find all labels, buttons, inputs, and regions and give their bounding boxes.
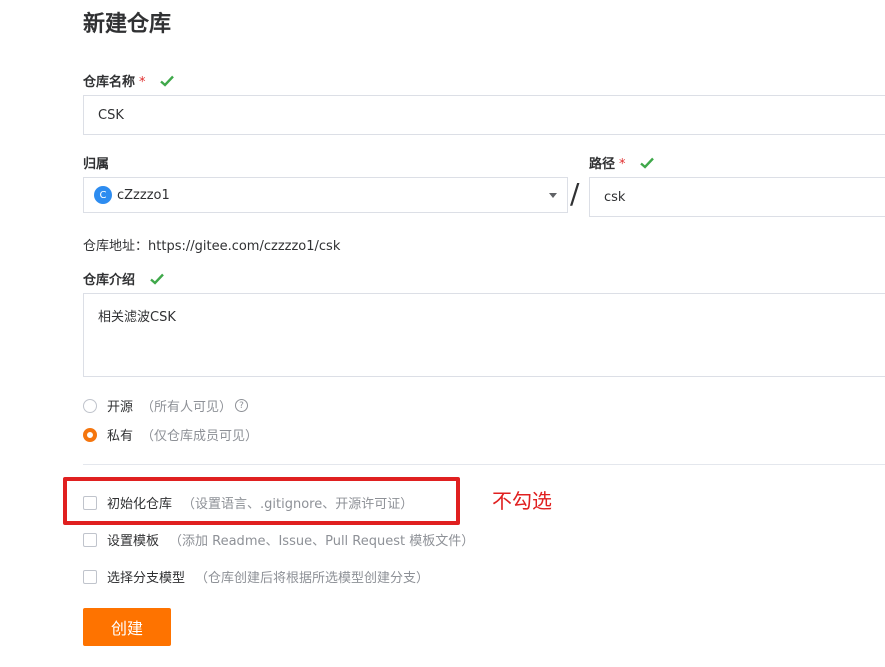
caret-down-icon (549, 193, 557, 198)
option-template-label: 设置模板 (107, 534, 160, 549)
repo-name-label: 仓库名称 (83, 75, 136, 90)
radio-private-hint: （仅仓库成员可见） (141, 429, 259, 444)
page-title: 新建仓库 (83, 12, 172, 37)
checkbox[interactable] (83, 569, 97, 584)
path-label: 路径 (589, 157, 616, 172)
radio-button[interactable] (83, 427, 97, 442)
repo-name-input[interactable]: CSK (83, 95, 885, 135)
repo-address: 仓库地址：https://gitee.com/czzzzo1/csk (83, 235, 340, 254)
option-template[interactable]: 设置模板 （添加 Readme、Issue、Pull Request 模板文件） (83, 530, 474, 549)
path-value: csk (604, 189, 626, 205)
radio-public-hint: （所有人可见） (141, 400, 233, 415)
required-mark: * (619, 157, 626, 172)
avatar: C (94, 186, 112, 204)
radio-private[interactable]: 私有 （仅仓库成员可见） (83, 425, 258, 444)
path-input[interactable]: csk (589, 177, 885, 217)
owner-value: cZzzzo1 (117, 187, 170, 203)
question-icon[interactable]: ? (235, 399, 249, 412)
description-label: 仓库介绍 (83, 273, 136, 288)
description-value: 相关滤波CSK (98, 310, 176, 325)
radio-public[interactable]: 开源 （所有人可见） ? (83, 396, 249, 415)
option-branch-model[interactable]: 选择分支模型 （仓库创建后将根据所选模型创建分支） (83, 567, 429, 586)
owner-select[interactable]: C cZzzzo1 (83, 177, 568, 213)
path-label-row: 路径 * (589, 153, 654, 173)
option-branch-model-hint: （仓库创建后将根据所选模型创建分支） (195, 571, 430, 586)
description-label-row: 仓库介绍 (83, 269, 164, 289)
radio-button[interactable] (83, 398, 97, 413)
check-icon (640, 157, 654, 173)
description-textarea[interactable]: 相关滤波CSK (83, 293, 885, 377)
owner-label: 归属 (83, 157, 110, 172)
radio-public-label: 开源 (107, 400, 134, 415)
repo-name-label-row: 仓库名称 * (83, 71, 174, 91)
repo-name-value: CSK (98, 107, 124, 123)
annotation-text: 不勾选 (492, 489, 552, 513)
required-mark: * (139, 75, 146, 90)
option-branch-model-label: 选择分支模型 (107, 571, 186, 586)
check-icon (149, 273, 164, 289)
repo-address-value: https://gitee.com/czzzzo1/csk (148, 239, 341, 254)
check-icon (160, 75, 174, 91)
divider (83, 464, 885, 465)
path-separator: / (570, 177, 580, 210)
checkbox[interactable] (83, 532, 97, 547)
radio-private-label: 私有 (107, 429, 134, 444)
create-button[interactable]: 创建 (83, 608, 171, 646)
option-template-hint: （添加 Readme、Issue、Pull Request 模板文件） (169, 534, 475, 549)
annotation-box (63, 477, 460, 525)
repo-address-label: 仓库地址： (83, 239, 149, 254)
